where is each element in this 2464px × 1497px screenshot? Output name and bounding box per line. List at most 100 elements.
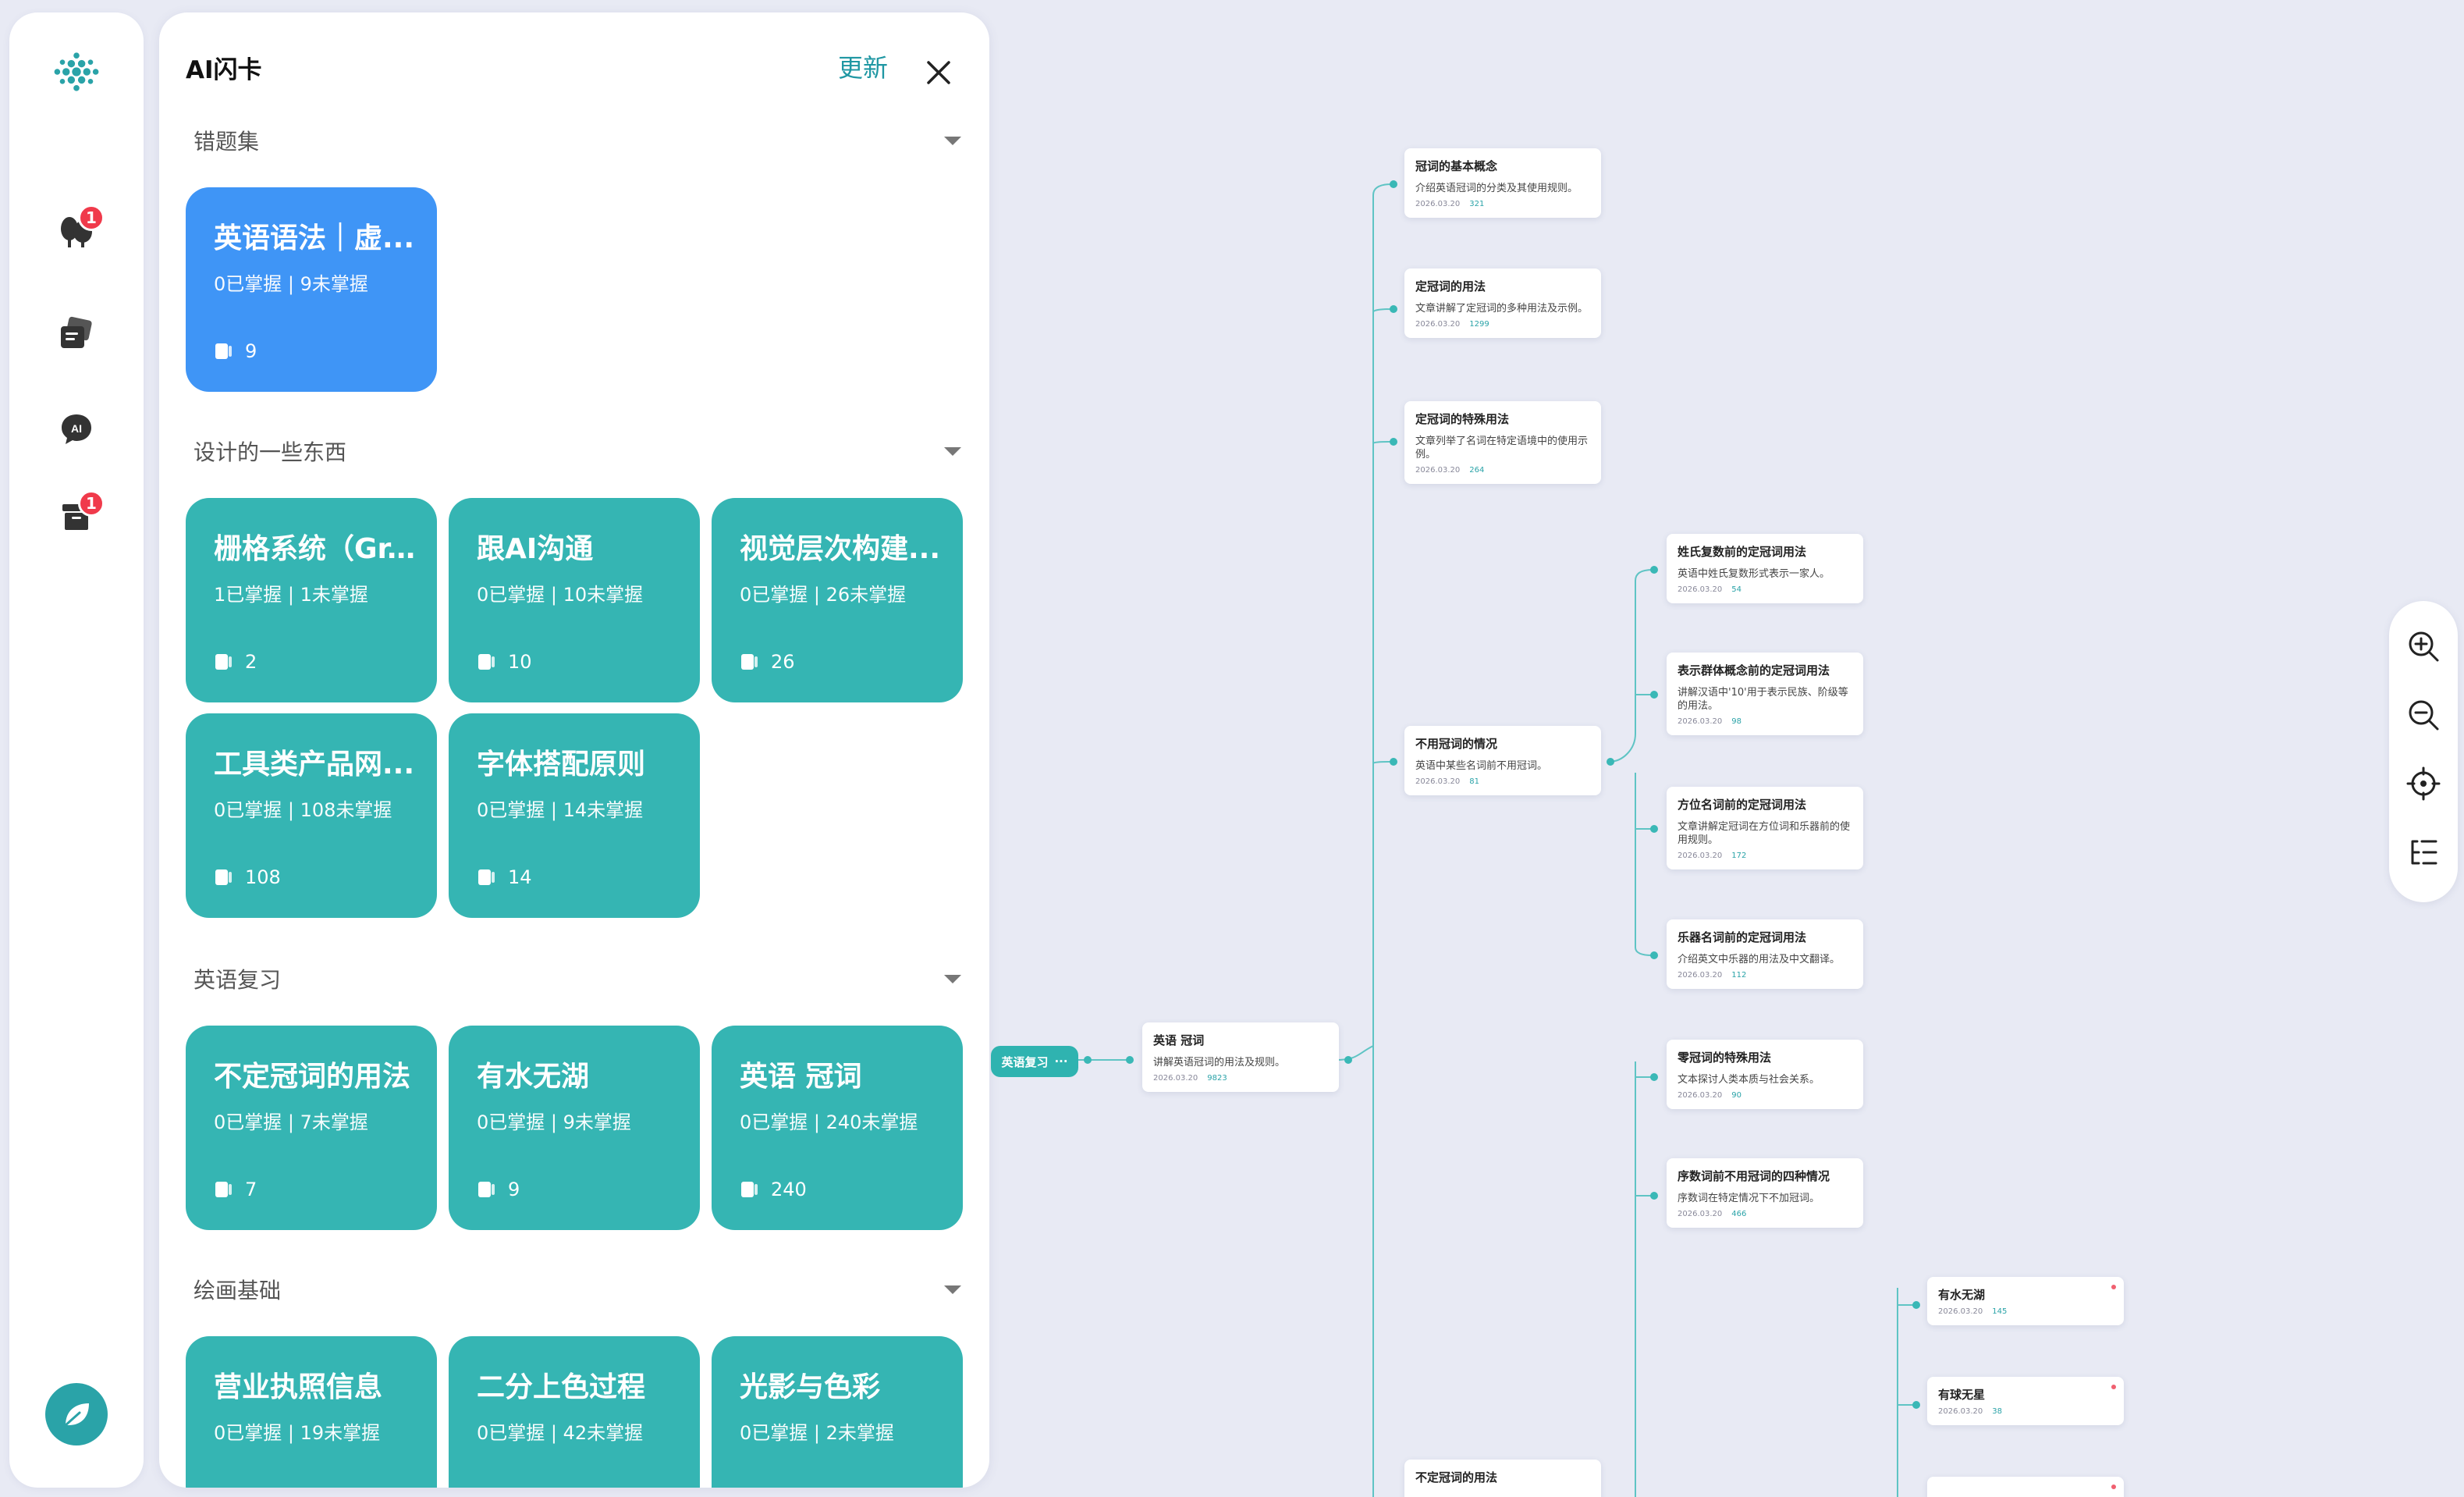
flashcard[interactable]: 跟AI沟通 0已掌握 | 10未掌握 10 [449,498,700,702]
node-date: 2026.03.20 [1415,777,1461,786]
root-label: 英语复习 [1001,1054,1049,1069]
node-count: 81 [1469,777,1479,786]
card-count: 9 [214,340,257,362]
node-desc: 文章讲解了定冠词的多种用法及示例。 [1415,303,1589,315]
mindmap-node[interactable]: 不用冠词的情况 英语中某些名词前不用冠词。 2026.03.20 81 [1404,726,1601,795]
section-header[interactable]: 英语复习 [193,957,966,1001]
close-button[interactable] [918,52,960,94]
close-icon [927,61,950,84]
node-desc: 文章列举了名词在特定语境中的使用示例。 [1415,436,1589,460]
card-count: 240 [740,1179,807,1200]
node-title: 不定冠词的用法 [1415,1470,1498,1485]
section-title: 绘画基础 [193,1278,282,1303]
mindmap-node[interactable]: 序数词前不用冠词的四种情况 序数词在特定情况下不加冠词。 2026.03.20 4… [1667,1158,1863,1228]
card-stats: 0已掌握 | 108未掌握 [214,799,392,821]
card-count: 9 [477,1179,520,1200]
archive-nav-button[interactable]: 1 [48,489,105,545]
node-count: 9823 [1207,1074,1227,1083]
mindmap-node-partial[interactable] [1927,1477,2124,1497]
user-avatar[interactable] [45,1383,108,1445]
mindmap-node[interactable]: 定冠词的特殊用法 文章列举了名词在特定语境中的使用示例。 2026.03.20 2… [1404,401,1601,484]
mindmap-node[interactable]: 不定冠词的用法 [1404,1460,1601,1497]
zoom-out-button[interactable] [2402,693,2445,737]
card-count-value: 108 [245,866,281,888]
card-stack-icon [741,654,758,670]
flashcard[interactable]: 英语语法｜虚... 0已掌握 | 9未掌握 9 [186,187,437,392]
card-stack-icon [741,1182,758,1197]
card-stack-icon [215,1182,232,1197]
flashcard[interactable]: 视觉层次构建... 0已掌握 | 26未掌握 26 [712,498,963,702]
flashcard[interactable]: 英语 冠词 0已掌握 | 240未掌握 240 [712,1026,963,1230]
mindmap-node[interactable]: 有水无湖 2026.03.20 145 [1927,1277,2124,1325]
mindmap-node[interactable]: 有球无星 2026.03.20 38 [1927,1377,2124,1425]
cards-icon [61,316,92,348]
chevron-down-icon [944,974,961,983]
mindmap-node[interactable]: 英语 冠词 讲解英语冠词的用法及规则。 2026.03.20 9823 [1142,1022,1339,1092]
zoom-in-button[interactable] [2402,624,2445,668]
trees-nav-button[interactable]: 1 [48,203,105,259]
card-stats: 0已掌握 | 7未掌握 [214,1111,368,1133]
node-count: 90 [1731,1091,1741,1100]
mindmap-node[interactable]: 乐器名词前的定冠词用法 介绍英文中乐器的用法及中文翻译。 2026.03.20 1… [1667,919,1863,989]
mindmap-node[interactable]: 定冠词的用法 文章讲解了定冠词的多种用法及示例。 2026.03.20 1299 [1404,268,1601,338]
card-count: 7 [214,1179,257,1200]
flashcard[interactable]: 字体搭配原则 0已掌握 | 14未掌握 14 [449,713,700,918]
mindmap-node[interactable]: 冠词的基本概念 介绍英语冠词的分类及其使用规则。 2026.03.20 321 [1404,148,1601,218]
node-date: 2026.03.20 [1938,1407,1983,1416]
node-date: 2026.03.20 [1415,320,1461,329]
ai-flashcard-panel: AI闪卡 更新 错题集 英语语法｜虚... 0已掌握 | 9未掌握 9 设计的一… [159,12,989,1488]
mindmap-node[interactable]: 表示群体概念前的定冠词用法 讲解汉语中'10'用于表示民族、阶级等的用法。 20… [1667,652,1863,735]
node-title: 姓氏复数前的定冠词用法 [1678,545,1807,559]
app-logo-icon[interactable] [48,44,105,100]
panel-title: AI闪卡 [186,56,262,84]
mindmap-node[interactable]: 方位名词前的定冠词用法 文章讲解定冠词在方位词和乐器前的使用规则。 2026.0… [1667,787,1863,869]
card-grid: 营业执照信息 0已掌握 | 19未掌握 二分上色过程 0已掌握 | 42未掌握 … [186,1336,966,1488]
flashcard[interactable]: 栅格系统（Gr... 1已掌握 | 1未掌握 2 [186,498,437,702]
outline-button[interactable] [2402,830,2445,874]
card-grid: 不定冠词的用法 0已掌握 | 7未掌握 7 有水无湖 0已掌握 | 9未掌握 9… [186,1026,966,1230]
node-desc: 介绍英文中乐器的用法及中文翻译。 [1678,954,1841,965]
card-stats: 0已掌握 | 9未掌握 [214,273,368,295]
card-stack-icon [215,869,232,885]
section-header[interactable]: 设计的一些东西 [193,429,966,473]
card-title: 二分上色过程 [477,1371,646,1403]
card-stack-icon [478,869,495,885]
cards-nav-button[interactable] [48,306,105,362]
card-stats: 0已掌握 | 14未掌握 [477,799,644,821]
section-header[interactable]: 错题集 [193,119,966,162]
mindmap-node[interactable]: 姓氏复数前的定冠词用法 英语中姓氏复数形式表示一家人。 2026.03.20 54 [1667,534,1863,603]
flashcard[interactable]: 二分上色过程 0已掌握 | 42未掌握 [449,1336,700,1488]
section-header[interactable]: 绘画基础 [193,1268,966,1311]
node-meta: 2026.03.20 9823 [1153,1074,1328,1083]
refresh-button[interactable]: 更新 [838,48,888,84]
node-desc: 英语中某些名词前不用冠词。 [1415,760,1548,772]
card-count-value: 240 [771,1179,807,1200]
flashcard[interactable]: 工具类产品网... 0已掌握 | 108未掌握 108 [186,713,437,918]
node-count: 466 [1731,1210,1747,1218]
flashcard[interactable]: 营业执照信息 0已掌握 | 19未掌握 [186,1336,437,1488]
left-sidebar: 1 AI 1 [9,12,144,1488]
node-date: 2026.03.20 [1938,1307,1983,1316]
flashcard[interactable]: 有水无湖 0已掌握 | 9未掌握 9 [449,1026,700,1230]
mindmap-node[interactable]: 零冠词的特殊用法 文本探讨人类本质与社会关系。 2026.03.20 90 [1667,1040,1863,1109]
ai-nav-button[interactable]: AI [48,401,105,457]
mindmap-root-node[interactable]: 英语复习 ··· [991,1046,1078,1077]
card-title: 有水无湖 [477,1061,590,1093]
node-desc: 英语中姓氏复数形式表示一家人。 [1678,568,1830,580]
node-desc: 文本探讨人类本质与社会关系。 [1678,1074,1820,1086]
flashcard[interactable]: 光影与色彩 0已掌握 | 2未掌握 [712,1336,963,1488]
node-count: 264 [1469,466,1485,475]
node-meta: 2026.03.20 145 [1938,1307,2113,1316]
locate-button[interactable] [2402,762,2445,805]
card-count-value: 7 [245,1179,257,1200]
more-icon[interactable]: ··· [1054,1054,1067,1069]
node-meta: 2026.03.20 1299 [1415,320,1590,329]
flashcard[interactable]: 不定冠词的用法 0已掌握 | 7未掌握 7 [186,1026,437,1230]
node-title: 乐器名词前的定冠词用法 [1678,930,1807,944]
node-desc: 介绍英语冠词的分类及其使用规则。 [1415,183,1578,194]
card-title: 营业执照信息 [214,1371,383,1403]
node-title: 序数词前不用冠词的四种情况 [1678,1169,1830,1183]
node-count: 172 [1731,852,1747,860]
card-count: 108 [214,866,281,888]
section-title: 英语复习 [193,967,282,993]
